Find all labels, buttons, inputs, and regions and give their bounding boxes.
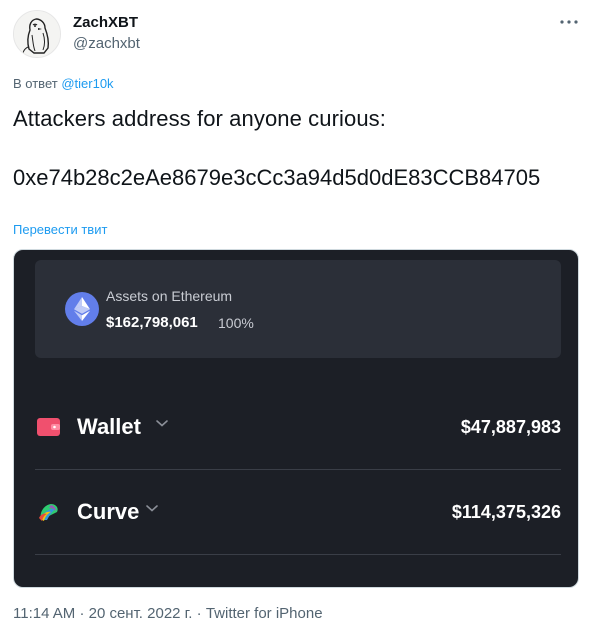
reply-to-link[interactable]: @tier10k [61,76,113,91]
curve-label: Curve [77,499,140,524]
assets-title: Assets on Ethereum [106,288,233,304]
curve-value: $114,375,326 [451,502,561,522]
chevron-down-icon[interactable] [155,418,169,428]
user-handle[interactable]: @zachxbt [73,35,140,52]
wallet-row[interactable]: Wallet $47,887,983 [35,400,561,460]
curve-logo-icon [37,502,61,522]
media-card[interactable]: Assets on Ethereum $162,798,061 100% Wal… [13,249,579,588]
wallet-icon [37,417,61,437]
tweet-meta: 11:14 AM · 20 сент. 2022 г. · Twitter fo… [13,605,323,622]
separator: · [79,605,85,622]
more-dots-icon[interactable] [558,12,580,32]
chevron-down-icon[interactable] [145,503,159,513]
tweet: ZachXBT @zachxbt В ответ @tier10k Attack… [0,0,591,635]
display-name[interactable]: ZachXBT [73,14,138,31]
curve-row[interactable]: Curve $114,375,326 [35,485,561,545]
tweet-source[interactable]: Twitter for iPhone [206,605,323,622]
wallet-label: Wallet [77,414,141,439]
reply-context: В ответ @tier10k [13,76,114,91]
separator: · [196,605,202,622]
translate-link[interactable]: Перевести твит [13,222,107,237]
tweet-address: 0xe74b28c2eAe8679e3cCc3a94d5d0dE83CCB847… [13,165,541,190]
avatar[interactable] [13,10,61,58]
tweet-date[interactable]: 20 сент. 2022 г. [89,605,193,622]
assets-summary: Assets on Ethereum $162,798,061 100% [35,260,561,358]
divider [35,469,561,470]
tweet-text: Attackers address for anyone curious: [13,106,386,131]
tweet-time[interactable]: 11:14 AM [13,605,75,622]
assets-percent: 100% [218,315,254,331]
penguin-sketch-avatar [14,11,60,57]
wallet-value: $47,887,983 [460,417,561,437]
assets-value: $162,798,061 [106,314,198,331]
divider [35,554,561,555]
ethereum-icon [65,292,99,326]
reply-prefix: В ответ [13,76,58,91]
